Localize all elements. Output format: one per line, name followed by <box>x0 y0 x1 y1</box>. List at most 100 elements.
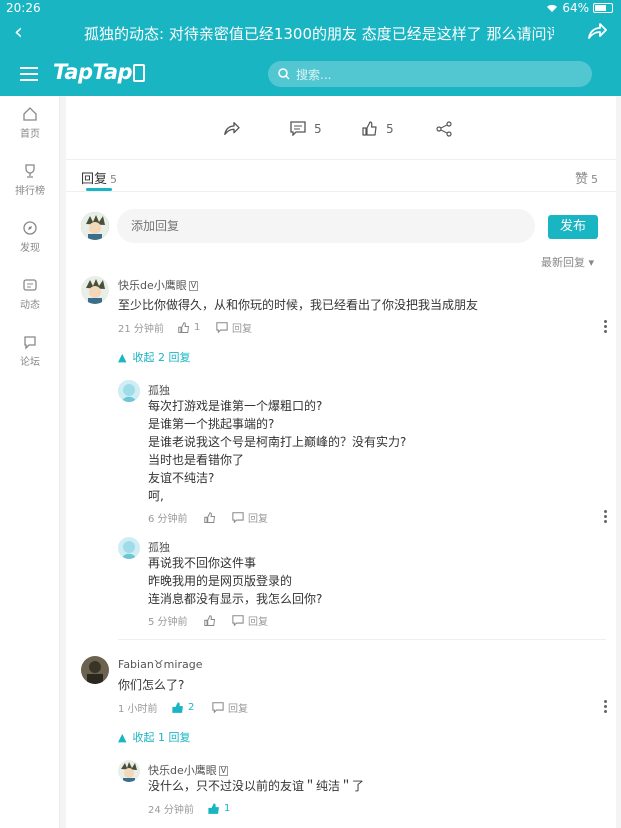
reply-text: 每次打游戏是谁第一个爆粗口的? 是谁第一个挑起事端的? 是谁老说我这个号是柯南打… <box>148 399 407 503</box>
comment-icon <box>232 512 244 523</box>
more-options-icon[interactable] <box>604 320 608 335</box>
verified-badge: V <box>188 281 199 291</box>
like-count: 2 <box>188 702 195 713</box>
reply-button[interactable]: 回复 <box>212 700 248 715</box>
collapse-label: 收起 2 回复 <box>132 351 191 364</box>
sidebar-item-forum[interactable]: 论坛 <box>0 334 60 368</box>
share-action-button[interactable] <box>223 121 240 136</box>
status-bar: 20:26 64% <box>0 0 621 16</box>
sidebar: 首页 排行榜 发现 动态 论坛 <box>0 96 60 828</box>
tab-replies-count: 5 <box>110 173 118 186</box>
reply-author[interactable]: 孤独 <box>148 382 170 398</box>
more-options-icon[interactable] <box>604 700 608 715</box>
reply-button[interactable]: 回复 <box>232 613 268 628</box>
like-button[interactable] <box>204 614 232 627</box>
reply-label: 回复 <box>248 617 268 628</box>
publish-button[interactable]: 发布 <box>548 215 598 239</box>
like-button[interactable] <box>204 511 232 524</box>
divider <box>118 639 606 640</box>
reply-meta: 6 分钟前 回复 <box>148 510 268 525</box>
sidebar-item-discover[interactable]: 发现 <box>0 220 60 254</box>
menu-icon[interactable] <box>20 67 38 81</box>
reply-author-name: 快乐de小鹰眼 <box>148 764 217 777</box>
compass-icon <box>23 221 37 235</box>
caret-up-icon: ▲ <box>118 730 127 744</box>
thumbs-up-icon <box>362 121 377 136</box>
share-icon <box>224 122 240 135</box>
avatar <box>118 760 140 782</box>
thumbs-up-icon <box>178 321 190 333</box>
reply-button[interactable]: 回复 <box>216 320 252 335</box>
status-time: 20:26 <box>6 1 41 15</box>
forum-icon <box>24 336 36 350</box>
trophy-icon <box>25 164 35 178</box>
sidebar-item-home[interactable]: 首页 <box>0 106 60 140</box>
share-icon[interactable] <box>587 22 607 40</box>
collapse-replies-button[interactable]: ▲ 收起 2 回复 <box>118 349 190 365</box>
battery-percent: 64% <box>562 1 589 15</box>
reply-composer: 发布 <box>81 208 606 244</box>
comment-meta: 1 小时前 2 回复 <box>118 700 248 715</box>
tab-likes[interactable]: 赞5 <box>575 168 598 187</box>
caret-up-icon: ▲ <box>118 350 127 364</box>
action-bar: 5 5 <box>66 96 616 160</box>
comment-icon <box>216 322 228 333</box>
sidebar-item-feed[interactable]: 动态 <box>0 277 60 311</box>
verified-badge: V <box>218 766 229 776</box>
page-title: 孤独的动态: 对待亲密值已经1300的朋友 态度已经是这样了 那么请问评... <box>84 25 554 43</box>
thumbs-up-icon <box>208 802 219 814</box>
reply-time: 5 分钟前 <box>148 617 188 628</box>
sidebar-item-ranking[interactable]: 排行榜 <box>0 163 60 197</box>
wifi-icon <box>547 4 558 12</box>
reply-input[interactable] <box>117 209 535 243</box>
comment-action-button[interactable]: 5 <box>290 121 322 136</box>
sort-label: 最新回复 <box>540 256 585 269</box>
nav-row: TapTap 搜索... <box>0 52 621 96</box>
sidebar-item-label: 首页 <box>20 129 40 140</box>
battery-icon <box>593 3 613 13</box>
sidebar-item-label: 排行榜 <box>15 186 45 197</box>
like-button[interactable]: 1 <box>208 802 231 815</box>
comment-author[interactable]: Fabian♉mirage <box>118 658 202 671</box>
reply-tabs: 回复 5 赞5 <box>66 160 616 192</box>
comment-text: 你们怎么了? <box>118 678 185 692</box>
thumbs-up-icon <box>204 614 216 626</box>
like-count: 1 <box>224 803 231 814</box>
collapse-label: 收起 1 回复 <box>132 731 191 744</box>
sidebar-item-label: 发现 <box>20 243 40 254</box>
chevron-down-icon: ▾ <box>588 256 594 269</box>
comment-meta: 21 分钟前 1 回复 <box>118 320 252 335</box>
reply-time: 6 分钟前 <box>148 514 188 525</box>
like-button[interactable]: 2 <box>172 701 212 714</box>
reply-label: 回复 <box>232 324 252 335</box>
comment-author[interactable]: 快乐de小鹰眼 V <box>118 277 199 293</box>
collapse-replies-button[interactable]: ▲ 收起 1 回复 <box>118 729 190 745</box>
tab-replies-label: 回复 <box>81 172 108 187</box>
like-action-button[interactable]: 5 <box>362 121 394 137</box>
post-content: 5 5 回复5 赞5 发布 最新回复 ▾ 快乐de小鹰眼V 至少比你做得久，从和… <box>66 96 616 828</box>
feed-icon <box>23 279 37 291</box>
home-icon <box>23 107 37 121</box>
search-input[interactable]: 搜索... <box>268 61 592 87</box>
comment-icon <box>232 615 244 626</box>
app-download-icon[interactable] <box>133 64 145 82</box>
reply-text: 没什么，只不过没以前的友谊＂纯洁＂了 <box>148 779 365 793</box>
taptap-logo[interactable]: TapTap <box>53 60 133 84</box>
reply-button[interactable]: 回复 <box>232 510 268 525</box>
comment-count: 5 <box>314 121 322 136</box>
comment-time: 1 小时前 <box>118 704 158 715</box>
more-options-icon[interactable] <box>604 510 608 525</box>
search-icon <box>278 68 290 80</box>
reply-meta: 24 分钟前 1 <box>148 801 230 816</box>
like-button[interactable]: 1 <box>178 321 216 334</box>
tab-replies[interactable]: 回复 5 <box>81 168 117 187</box>
share-link-button[interactable] <box>436 121 452 137</box>
back-icon[interactable]: ‹ <box>14 20 23 45</box>
avatar <box>118 537 140 559</box>
reply-text: 再说我不回你这件事 昨晚我用的是网页版登录的 连消息都没有显示，我怎么回你? <box>148 556 323 606</box>
reply-author[interactable]: 快乐de小鹰眼 V <box>148 762 229 778</box>
reply-author[interactable]: 孤独 <box>148 539 170 555</box>
like-count: 1 <box>194 322 201 333</box>
sort-dropdown[interactable]: 最新回复 ▾ <box>541 254 594 270</box>
comment-author-name: 快乐de小鹰眼 <box>118 279 187 292</box>
